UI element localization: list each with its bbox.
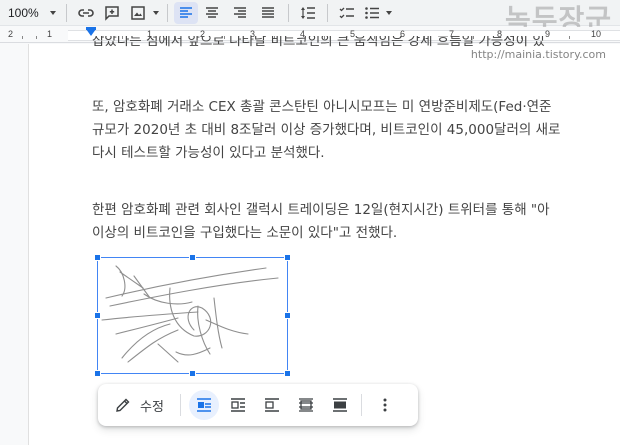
- resize-handle-right[interactable]: [284, 312, 291, 319]
- ruler-tick: [569, 36, 570, 39]
- resize-handle-top-left[interactable]: [94, 254, 101, 261]
- chevron-down-icon: [50, 10, 56, 15]
- resize-handle-top[interactable]: [189, 254, 196, 261]
- text-line: 이상의 비트코인을 구입했다는 소문이 있다"고 전했다.: [92, 225, 398, 241]
- add-comment-icon: [105, 5, 119, 21]
- insert-image-icon: [131, 5, 145, 20]
- ruler-label: 10: [591, 29, 602, 39]
- line-spacing-icon: [301, 6, 315, 19]
- resize-handle-left[interactable]: [94, 312, 101, 319]
- signature-drawing: [101, 265, 279, 363]
- toolbar-divider: [179, 394, 181, 416]
- zoom-value: 100%: [8, 5, 39, 20]
- more-options-button[interactable]: [370, 390, 400, 420]
- selected-signature-image[interactable]: [94, 254, 291, 377]
- align-right-button[interactable]: [226, 2, 254, 24]
- left-indent-marker[interactable]: [86, 29, 96, 36]
- ruler-tick: [36, 36, 37, 39]
- pencil-icon: [116, 398, 130, 412]
- wrap-text-icon: [230, 398, 245, 412]
- ruler-label: 9: [545, 29, 551, 39]
- toolbar-divider: [327, 3, 328, 22]
- add-comment-button[interactable]: [99, 2, 125, 24]
- bulleted-list-icon: [365, 6, 379, 19]
- in-front-of-text-button[interactable]: [325, 390, 355, 420]
- text-line: 한편 암호화폐 관련 회사인 갤럭시 트레이딩은 12일(현지시간) 트위터를 …: [92, 202, 550, 218]
- toolbar-divider: [167, 3, 168, 22]
- paragraph[interactable]: 잡았다는 점에서 앞으로 나타날 비트코인의 큰 움직임은 강세 흐름일 가능성…: [92, 36, 545, 55]
- align-left-icon: [180, 6, 192, 18]
- chevron-down-icon: [386, 10, 392, 15]
- text-line: 또, 암호화폐 거래소 CEX 총괄 콘스탄틴 아니시모프는 미 연방준비제도(…: [92, 99, 552, 115]
- in-front-of-text-icon: [332, 398, 347, 412]
- ruler-tick: [22, 36, 23, 39]
- behind-text-button[interactable]: [291, 390, 321, 420]
- checklist-button[interactable]: [334, 2, 360, 24]
- resize-handle-bottom-right[interactable]: [284, 370, 291, 377]
- resize-handle-bottom-left[interactable]: [94, 370, 101, 377]
- toolbar-divider: [66, 3, 67, 22]
- paragraph[interactable]: 한편 암호화폐 관련 회사인 갤럭시 트레이딩은 12일(현지시간) 트위터를 …: [92, 199, 550, 245]
- text-line: 다시 테스트할 가능성이 있다고 분석했다.: [92, 145, 325, 161]
- insert-image-dropdown[interactable]: [151, 2, 161, 24]
- insert-image-button[interactable]: [125, 2, 151, 24]
- chevron-down-icon: [153, 10, 159, 15]
- break-text-button[interactable]: [257, 390, 287, 420]
- resize-handle-bottom[interactable]: [189, 370, 196, 377]
- align-center-button[interactable]: [198, 2, 226, 24]
- bulleted-list-button[interactable]: [360, 2, 384, 24]
- more-options-icon: [383, 398, 387, 412]
- text-line: 잡았다는 점에서 앞으로 나타날 비트코인의 큰 움직임은 강세 흐름일 가능성…: [92, 36, 545, 49]
- checklist-icon: [339, 7, 354, 18]
- text-line: 규모가 2020년 초 대비 8조달러 이상 증가했다며, 비트코인이 45,0…: [92, 122, 561, 138]
- edit-image-label: 수정: [140, 399, 164, 415]
- formatting-toolbar: 100% 녹두장군: [0, 0, 620, 36]
- bulleted-list-dropdown[interactable]: [384, 2, 394, 24]
- break-text-icon: [264, 398, 279, 412]
- behind-text-icon: [298, 398, 313, 412]
- ruler-label: 2: [8, 29, 14, 39]
- inline-wrap-button[interactable]: [188, 390, 219, 420]
- wrap-text-button[interactable]: [223, 390, 253, 420]
- align-left-button[interactable]: [174, 1, 198, 24]
- link-icon: [78, 8, 94, 17]
- toolbar-divider: [360, 394, 362, 416]
- align-center-icon: [206, 6, 218, 18]
- align-justify-icon: [262, 6, 274, 18]
- zoom-dropdown[interactable]: 100%: [0, 2, 60, 24]
- image-options-toolbar: 수정: [98, 384, 418, 426]
- line-spacing-button[interactable]: [295, 2, 321, 24]
- paragraph[interactable]: 또, 암호화폐 거래소 CEX 총괄 콘스탄틴 아니시모프는 미 연방준비제도(…: [92, 96, 560, 165]
- align-justify-button[interactable]: [254, 2, 282, 24]
- link-button[interactable]: [73, 2, 99, 24]
- align-right-icon: [234, 6, 246, 18]
- resize-handle-top-right[interactable]: [284, 254, 291, 261]
- inline-wrap-icon: [196, 398, 211, 412]
- toolbar-divider: [288, 3, 289, 22]
- ruler-label: 1: [47, 29, 53, 39]
- edit-image-button[interactable]: 수정: [114, 390, 178, 420]
